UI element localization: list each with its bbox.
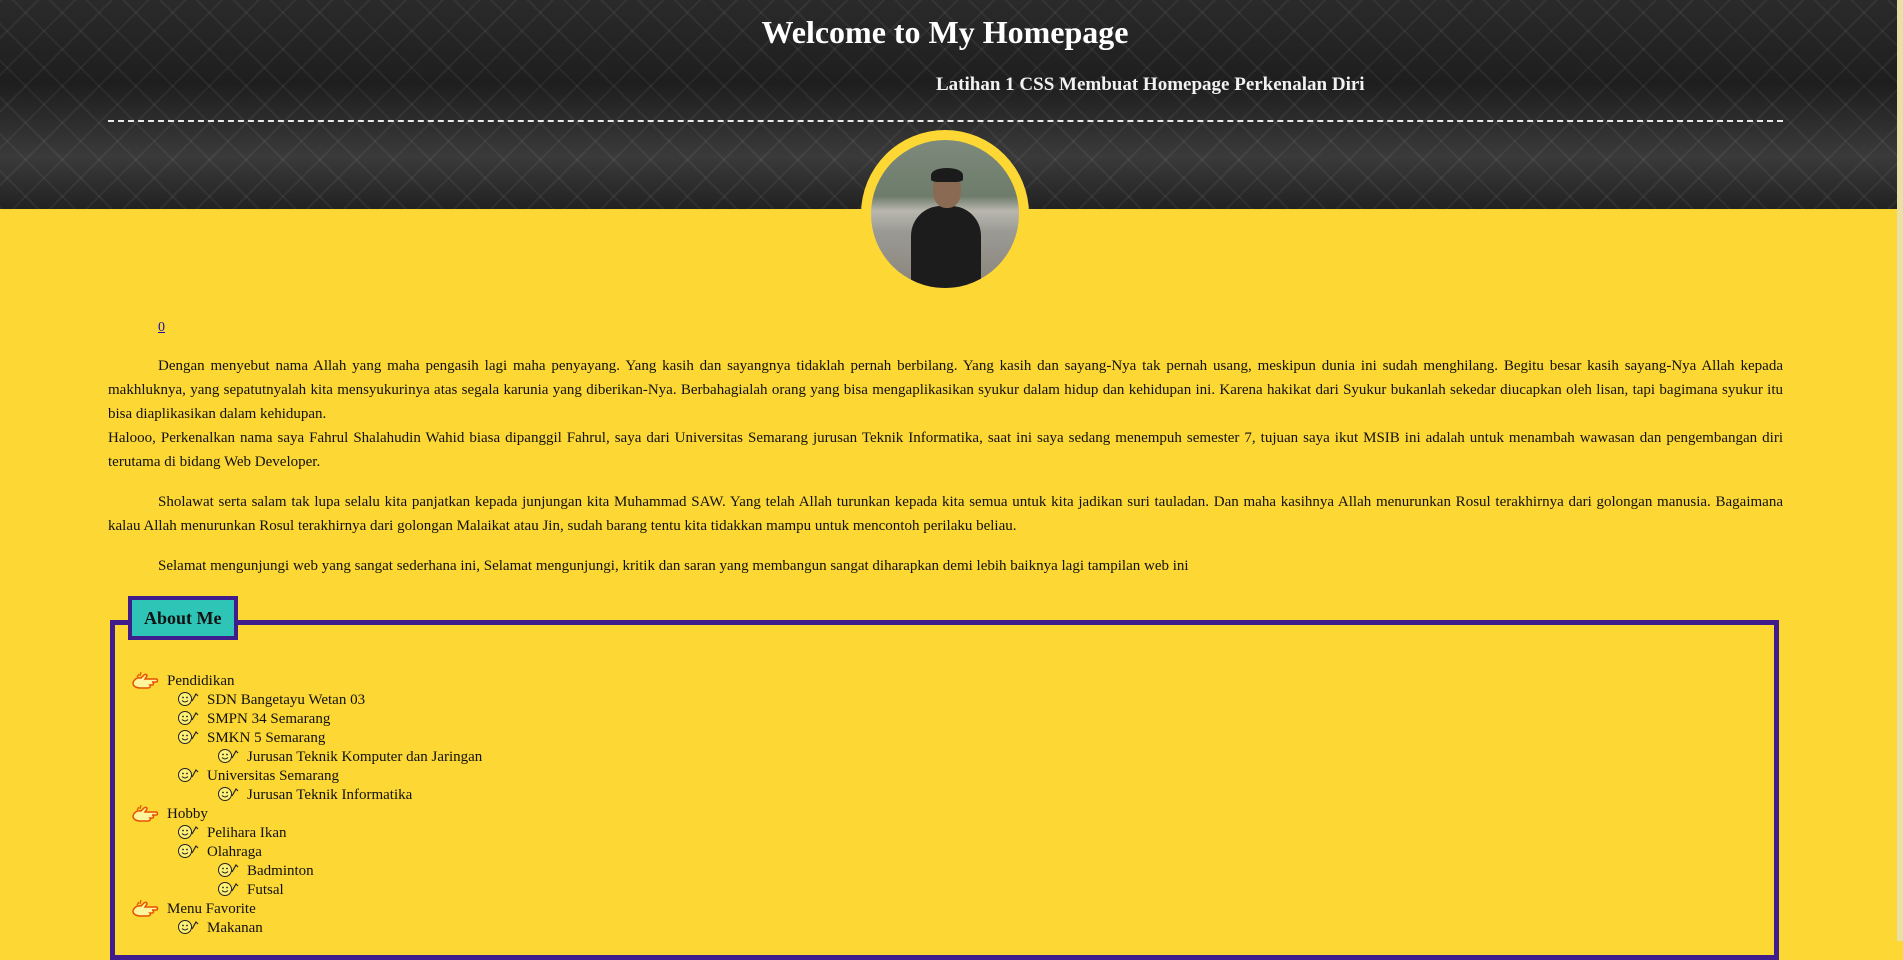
pointing-hand-icon bbox=[132, 671, 160, 689]
smiley-icon bbox=[177, 824, 199, 840]
list-item-label: Pendidikan bbox=[167, 673, 235, 689]
list-item: Jurusan Teknik Komputer dan Jaringan bbox=[132, 748, 482, 767]
header-divider bbox=[108, 120, 1783, 122]
paragraph-1-text: Dengan menyebut nama Allah yang maha pen… bbox=[108, 358, 1783, 422]
avatar bbox=[861, 130, 1029, 298]
smiley-icon bbox=[177, 710, 199, 726]
list-item: Badminton bbox=[132, 862, 482, 881]
list-item: SMPN 34 Semarang bbox=[132, 710, 482, 729]
page-subtitle: Latihan 1 CSS Membuat Homepage Perkenala… bbox=[936, 74, 1365, 95]
paragraph-2-text: Halooo, Perkenalkan nama saya Fahrul Sha… bbox=[108, 430, 1783, 470]
about-me-legend: About Me bbox=[128, 596, 238, 640]
list-item-label: SMKN 5 Semarang bbox=[207, 730, 326, 746]
page-title: Welcome to My Homepage bbox=[761, 14, 1129, 50]
list-item-label: Universitas Semarang bbox=[207, 768, 340, 784]
smiley-icon bbox=[177, 729, 199, 745]
list-item: Menu Favorite bbox=[132, 899, 482, 919]
list-item: Makanan bbox=[132, 919, 482, 938]
list-item-label: Olahraga bbox=[207, 844, 262, 860]
pointing-hand-icon bbox=[132, 804, 160, 822]
list-item-label: SDN Bangetayu Wetan 03 bbox=[207, 692, 366, 708]
list-item: Jurusan Teknik Informatika bbox=[132, 786, 482, 805]
list-item: Universitas Semarang bbox=[132, 767, 482, 786]
list-item: SMKN 5 Semarang bbox=[132, 729, 482, 748]
smiley-icon bbox=[177, 919, 199, 935]
list-item: Hobby bbox=[132, 804, 482, 824]
list-item-label: Futsal bbox=[247, 882, 284, 898]
main-content: 0 Dengan menyebut nama Allah yang maha p… bbox=[108, 318, 1783, 578]
paragraph-4: Selamat mengunjungi web yang sangat sede… bbox=[108, 554, 1783, 578]
anchor-link[interactable]: 0 bbox=[158, 318, 1783, 338]
smiley-icon bbox=[217, 748, 239, 764]
pointing-hand-icon bbox=[132, 899, 160, 917]
list-item-label: Menu Favorite bbox=[167, 901, 256, 917]
list-item-label: Jurusan Teknik Informatika bbox=[247, 787, 413, 803]
smiley-icon bbox=[217, 786, 239, 802]
about-me-list: Pendidikan SDN Bangetayu Wetan 03 SMPN 34 … bbox=[132, 671, 482, 938]
list-item: Pelihara Ikan bbox=[132, 824, 482, 843]
list-item: Pendidikan bbox=[132, 671, 482, 691]
list-item-label: Pelihara Ikan bbox=[207, 825, 287, 841]
smiley-icon bbox=[217, 881, 239, 897]
list-item-label: Jurusan Teknik Komputer dan Jaringan bbox=[247, 749, 483, 765]
list-item-label: Hobby bbox=[167, 806, 208, 822]
paragraph-1: Dengan menyebut nama Allah yang maha pen… bbox=[108, 354, 1783, 474]
profile-photo bbox=[871, 140, 1019, 288]
scrollbar[interactable] bbox=[1897, 0, 1903, 941]
smiley-icon bbox=[177, 843, 199, 859]
list-item-label: Badminton bbox=[247, 863, 314, 879]
smiley-icon bbox=[177, 767, 199, 783]
paragraph-3: Sholawat serta salam tak lupa selalu kit… bbox=[108, 490, 1783, 538]
smiley-icon bbox=[177, 691, 199, 707]
list-item: SDN Bangetayu Wetan 03 bbox=[132, 691, 482, 710]
paragraph-3-text: Sholawat serta salam tak lupa selalu kit… bbox=[108, 494, 1783, 534]
list-item: Olahraga bbox=[132, 843, 482, 862]
list-item-label: Makanan bbox=[207, 920, 263, 936]
list-item: Futsal bbox=[132, 881, 482, 900]
paragraph-4-text: Selamat mengunjungi web yang sangat sede… bbox=[158, 558, 1189, 574]
list-item-label: SMPN 34 Semarang bbox=[207, 711, 331, 727]
smiley-icon bbox=[217, 862, 239, 878]
